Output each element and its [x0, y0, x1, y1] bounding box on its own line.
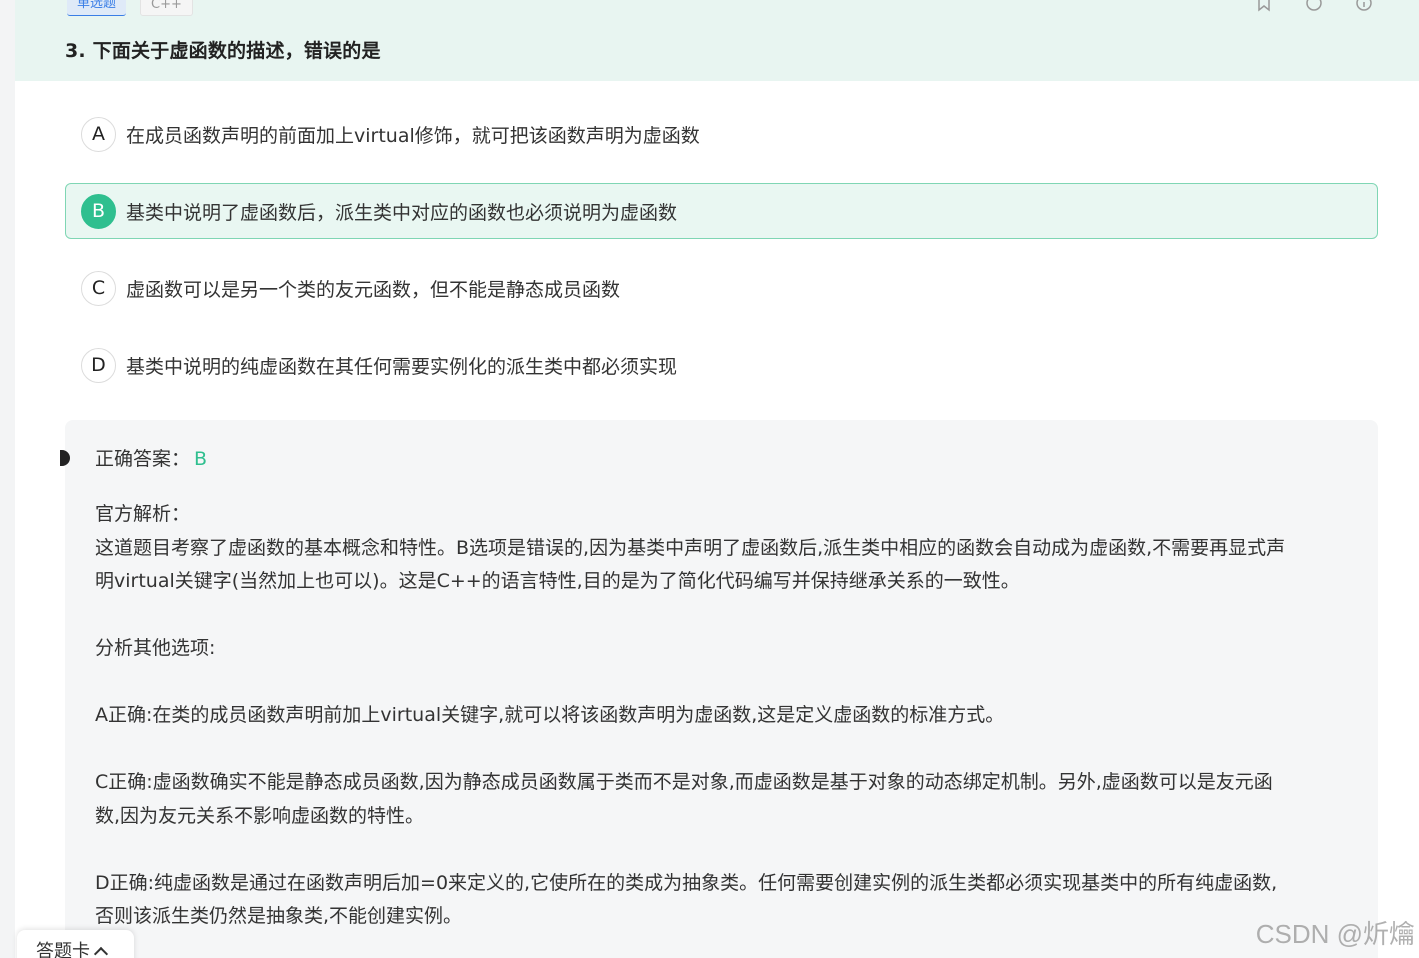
refresh-icon[interactable]: [1305, 0, 1323, 12]
option-letter: B: [81, 193, 116, 229]
question-card: 单选题 C++ 3. 下面关于虚函数的描述，错误的是 A 在成员函数声明的前面加…: [15, 0, 1419, 958]
bookmark-icon[interactable]: [1255, 0, 1273, 12]
option-text: 在成员函数声明的前面加上virtual修饰，就可把该函数声明为虚函数: [126, 124, 700, 147]
option-d[interactable]: D 基类中说明的纯虚函数在其任何需要实例化的派生类中都必须实现: [65, 337, 1378, 393]
option-letter: A: [81, 116, 116, 152]
option-text: 基类中说明的纯虚函数在其任何需要实例化的派生类中都必须实现: [126, 355, 678, 378]
question-header: 单选题 C++ 3. 下面关于虚函数的描述，错误的是: [15, 0, 1419, 81]
options-list: A 在成员函数声明的前面加上virtual修饰，就可把该函数声明为虚函数 B 基…: [65, 106, 1378, 414]
page-left-margin: [0, 0, 15, 958]
answer-panel: 正确答案： B 官方解析： 这道题目考察了虚函数的基本概念和特性。B选项是错误的,…: [60, 420, 1378, 958]
chevron-up-icon: [93, 946, 109, 958]
info-icon[interactable]: [1355, 0, 1373, 12]
option-text: 基类中说明了虚函数后，派生类中对应的函数也必须说明为虚函数: [126, 201, 678, 224]
option-c[interactable]: C 虚函数可以是另一个类的友元函数，但不能是静态成员函数: [65, 260, 1378, 316]
watermark: CSDN @炘爚: [1255, 919, 1415, 949]
question-tags: 单选题 C++: [67, 0, 193, 18]
answer-sheet-label: 答题卡: [36, 941, 90, 958]
question-title: 3. 下面关于虚函数的描述，错误的是: [65, 40, 381, 62]
option-letter: D: [81, 347, 116, 383]
correct-answer-line: 正确答案： B: [95, 444, 1348, 474]
answer-marker: [60, 450, 70, 466]
option-text: 虚函数可以是另一个类的友元函数，但不能是静态成员函数: [126, 278, 621, 301]
correct-answer-label: 正确答案：: [95, 448, 191, 470]
official-analysis: 官方解析： 这道题目考察了虚函数的基本概念和特性。B选项是错误的,因为基类中声明…: [95, 503, 1286, 927]
correct-answer-value: B: [194, 448, 208, 470]
option-letter: C: [81, 270, 116, 306]
option-a[interactable]: A 在成员函数声明的前面加上virtual修饰，就可把该函数声明为虚函数: [65, 106, 1378, 162]
language-tag: C++: [140, 0, 193, 16]
question-type-tag: 单选题: [67, 0, 127, 16]
header-actions: [1255, 0, 1373, 12]
answer-sheet-button[interactable]: 答题卡: [17, 930, 134, 958]
option-b[interactable]: B 基类中说明了虚函数后，派生类中对应的函数也必须说明为虚函数: [65, 183, 1378, 239]
